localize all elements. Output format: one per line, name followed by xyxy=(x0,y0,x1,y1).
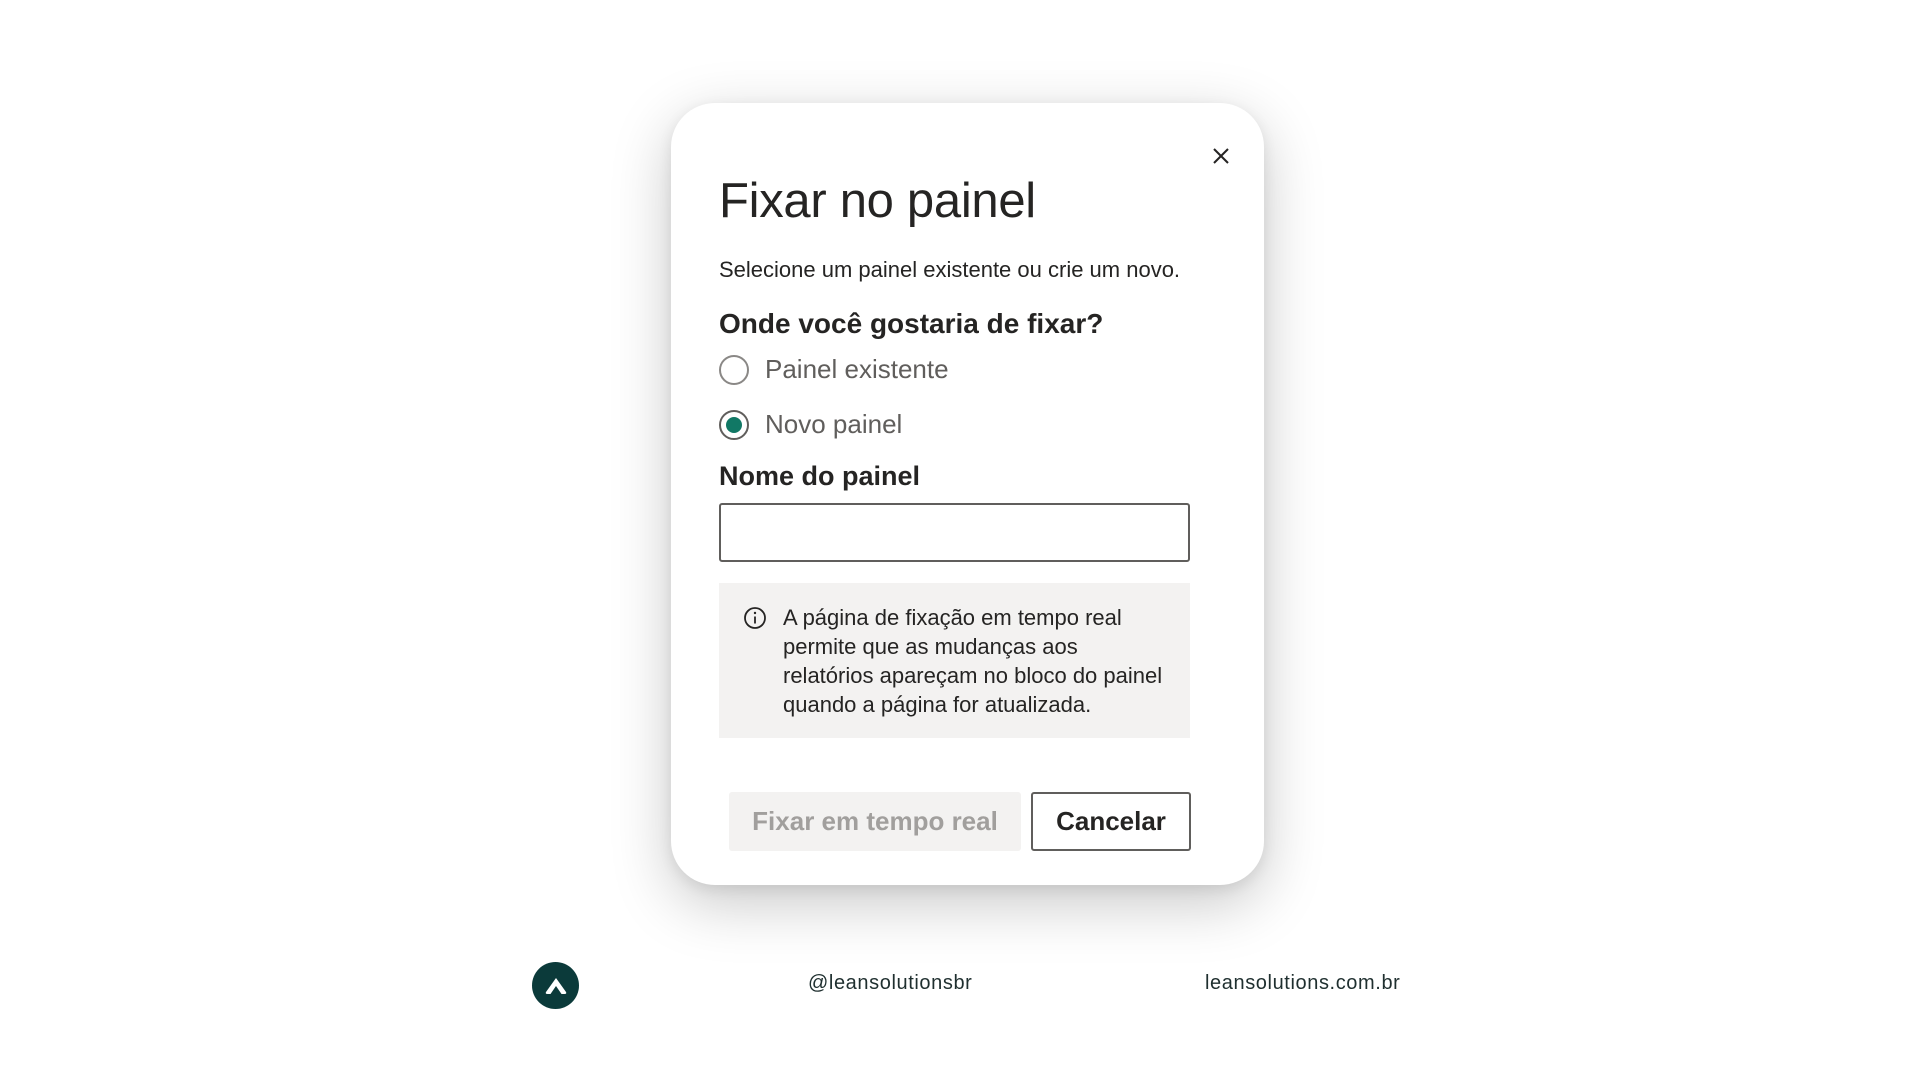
radio-button-selected[interactable] xyxy=(719,409,749,440)
info-icon xyxy=(744,607,766,629)
radio-label-new[interactable]: Novo painel xyxy=(765,409,902,440)
brand-logo xyxy=(532,962,579,1009)
chevron-up-icon xyxy=(545,977,566,994)
footer-social-handle: @leansolutionsbr xyxy=(808,972,973,994)
info-message: A página de fixação em tempo real permit… xyxy=(719,583,1190,738)
pin-to-dashboard-dialog: Fixar no painel Selecione um painel exis… xyxy=(671,103,1264,885)
dialog-title: Fixar no painel xyxy=(719,174,1036,228)
close-button[interactable] xyxy=(1204,139,1238,173)
radio-new-dashboard[interactable]: Novo painel xyxy=(719,409,902,440)
radio-button-unselected[interactable] xyxy=(719,354,749,385)
stage: Fixar no painel Selecione um painel exis… xyxy=(0,0,1920,1080)
footer-website: leansolutions.com.br xyxy=(1205,972,1401,994)
dashboard-name-input[interactable] xyxy=(719,503,1190,562)
dialog-subtitle: Selecione um painel existente ou crie um… xyxy=(719,257,1181,282)
dashboard-name-label: Nome do painel xyxy=(719,461,921,491)
pin-live-button[interactable]: Fixar em tempo real xyxy=(729,792,1021,851)
radio-existing-dashboard[interactable]: Painel existente xyxy=(719,354,949,385)
pin-location-question: Onde você gostaria de fixar? xyxy=(719,308,1104,339)
close-icon xyxy=(1213,148,1229,164)
radio-label-existing[interactable]: Painel existente xyxy=(765,354,949,385)
cancel-button[interactable]: Cancelar xyxy=(1031,792,1191,851)
radio-selected-dot xyxy=(726,416,742,433)
info-text: A página de fixação em tempo real permit… xyxy=(783,605,1163,717)
